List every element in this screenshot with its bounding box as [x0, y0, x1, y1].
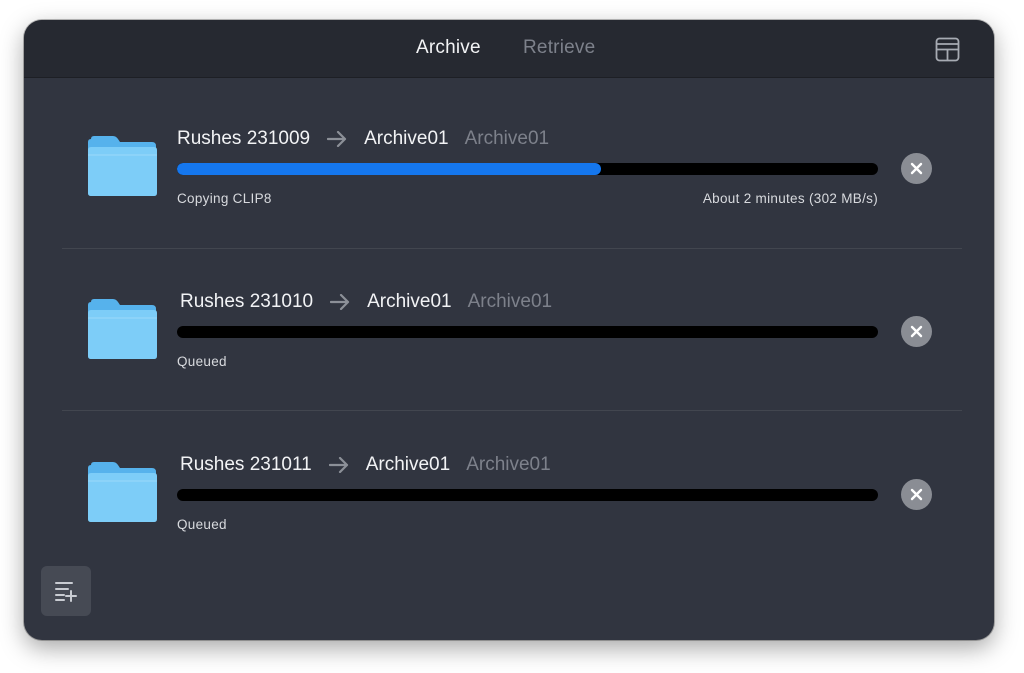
job-status: Queued: [177, 354, 227, 369]
row-divider: [62, 410, 962, 411]
job-source: Rushes 231010: [180, 291, 314, 312]
job-status: Copying CLIP8: [177, 191, 272, 206]
job-destination-secondary: Archive01: [467, 291, 553, 312]
job-title: Rushes 231009 Archive01 Archive01: [177, 126, 549, 152]
close-icon: [910, 325, 923, 338]
arrow-right-icon: [330, 294, 350, 310]
job-destination: Archive01: [365, 454, 451, 475]
job-progress-fill: [177, 163, 602, 175]
job-row: Rushes 231011 Archive01 Archive01 Queued: [24, 412, 994, 574]
cancel-job-button[interactable]: [901, 153, 932, 184]
layout-toggle-icon: [935, 37, 960, 62]
job-progress-bar: [177, 489, 878, 501]
job-row: Rushes 231010 Archive01 Archive01 Queued: [24, 249, 994, 411]
title-bar: Archive Retrieve: [24, 20, 994, 78]
close-icon: [910, 162, 923, 175]
folder-icon: [88, 299, 157, 359]
app-window: Archive Retrieve Rushes 231009 Archive01…: [24, 20, 994, 640]
job-destination-secondary: Archive01: [466, 454, 551, 475]
job-destination: Archive01: [364, 128, 449, 149]
cancel-job-button[interactable]: [901, 479, 932, 510]
job-destination: Archive01: [367, 291, 452, 312]
job-status: Queued: [177, 517, 227, 532]
job-eta: About 2 minutes (302 MB/s): [702, 191, 878, 206]
job-source: Rushes 231009: [177, 128, 311, 149]
folder-icon: [88, 136, 157, 196]
tab-archive[interactable]: Archive: [416, 37, 481, 59]
add-to-queue-icon: [55, 582, 77, 602]
job-progress-bar: [177, 163, 878, 175]
job-title: Rushes 231011 Archive01 Archive01: [180, 452, 551, 478]
close-icon: [910, 488, 923, 501]
job-progress-bar: [177, 326, 878, 338]
job-title: Rushes 231010 Archive01 Archive01: [180, 289, 552, 315]
job-source: Rushes 231011: [180, 454, 312, 475]
arrow-right-icon: [328, 457, 348, 473]
add-to-queue-button[interactable]: [41, 566, 91, 616]
arrow-right-icon: [327, 131, 347, 147]
tab-retrieve[interactable]: Retrieve: [523, 37, 595, 59]
cancel-job-button[interactable]: [901, 316, 932, 347]
job-destination-secondary: Archive01: [464, 128, 550, 149]
job-row: Rushes 231009 Archive01 Archive01 Copyin…: [24, 86, 994, 248]
layout-toggle-button[interactable]: [935, 37, 960, 62]
folder-icon: [88, 462, 157, 522]
